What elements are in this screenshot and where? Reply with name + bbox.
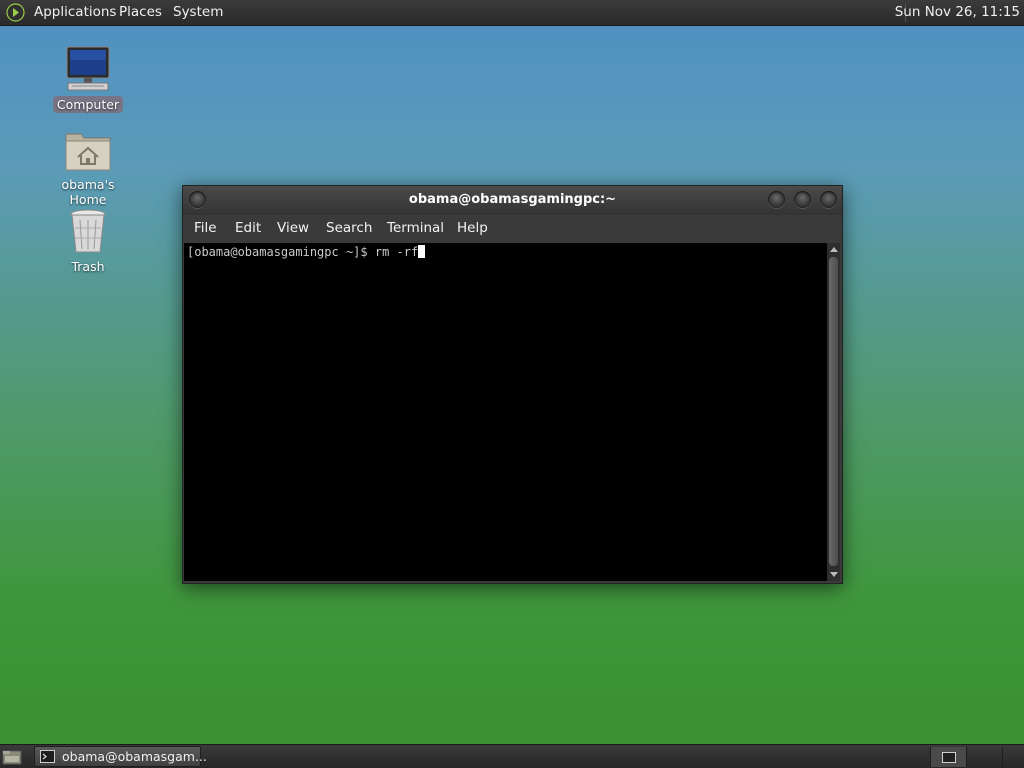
desktop-icon-home[interactable]: obama's Home: [38, 126, 138, 208]
desktop-icon-label: Trash: [71, 259, 105, 274]
clock[interactable]: Sun Nov 26, 11:15: [895, 4, 1020, 20]
scroll-down-arrow-icon[interactable]: [830, 572, 838, 577]
workspace-window-thumbnail: [942, 752, 956, 763]
system-menu[interactable]: System: [173, 4, 223, 20]
applications-logo-icon[interactable]: [6, 3, 25, 22]
desktop-icon-label: obama's Home: [61, 177, 115, 207]
computer-icon: [66, 46, 110, 91]
places-menu[interactable]: Places: [119, 4, 162, 20]
terminal-area[interactable]: [obama@obamasgamingpc ~]$ rm -rf: [184, 243, 827, 581]
workspace-2[interactable]: [966, 747, 1002, 767]
terminal-scrollbar[interactable]: [827, 243, 840, 581]
window-titlebar[interactable]: obama@obamasgamingpc:~: [183, 186, 842, 215]
home-folder-icon: [65, 133, 111, 171]
terminal-prompt: [obama@obamasgamingpc ~]$: [187, 245, 375, 259]
close-button[interactable]: [820, 191, 837, 208]
workspace-3[interactable]: [1002, 747, 1024, 767]
terminal-window: obama@obamasgamingpc:~ File Edit View Se…: [182, 185, 843, 584]
desktop-icon-computer[interactable]: Computer: [38, 44, 138, 113]
menu-search[interactable]: Search: [326, 220, 372, 236]
scroll-up-arrow-icon[interactable]: [830, 247, 838, 252]
maximize-button[interactable]: [794, 191, 811, 208]
terminal-prompt-line: [obama@obamasgamingpc ~]$ rm -rf: [187, 245, 426, 259]
desktop-icon-label: Computer: [52, 96, 124, 113]
window-title: obama@obamasgamingpc:~: [408, 192, 617, 207]
menu-help[interactable]: Help: [457, 220, 488, 236]
terminal-menubar: File Edit View Search Terminal Help: [183, 215, 842, 243]
workspace-1[interactable]: [930, 747, 966, 767]
show-desktop-icon[interactable]: [2, 748, 22, 766]
taskbar-item-label: obama@obamasgam...: [62, 749, 207, 764]
menu-file[interactable]: File: [194, 220, 217, 236]
menu-terminal[interactable]: Terminal: [387, 220, 444, 236]
taskbar-item-terminal[interactable]: obama@obamasgam...: [34, 746, 207, 767]
terminal-icon: [40, 750, 55, 763]
applications-menu[interactable]: Applications: [34, 4, 116, 20]
terminal-cursor: [418, 245, 426, 258]
terminal-command: rm -rf: [374, 245, 419, 259]
bottom-panel: obama@obamasgam...: [0, 744, 1024, 768]
menu-view[interactable]: View: [277, 220, 309, 236]
trash-icon: [70, 209, 106, 253]
minimize-button[interactable]: [768, 191, 785, 208]
scrollbar-thumb[interactable]: [829, 257, 838, 566]
desktop-icon-trash[interactable]: Trash: [38, 206, 138, 275]
menu-edit[interactable]: Edit: [235, 220, 261, 236]
top-panel: Applications Places System Sun Nov 26, 1…: [0, 0, 1024, 26]
